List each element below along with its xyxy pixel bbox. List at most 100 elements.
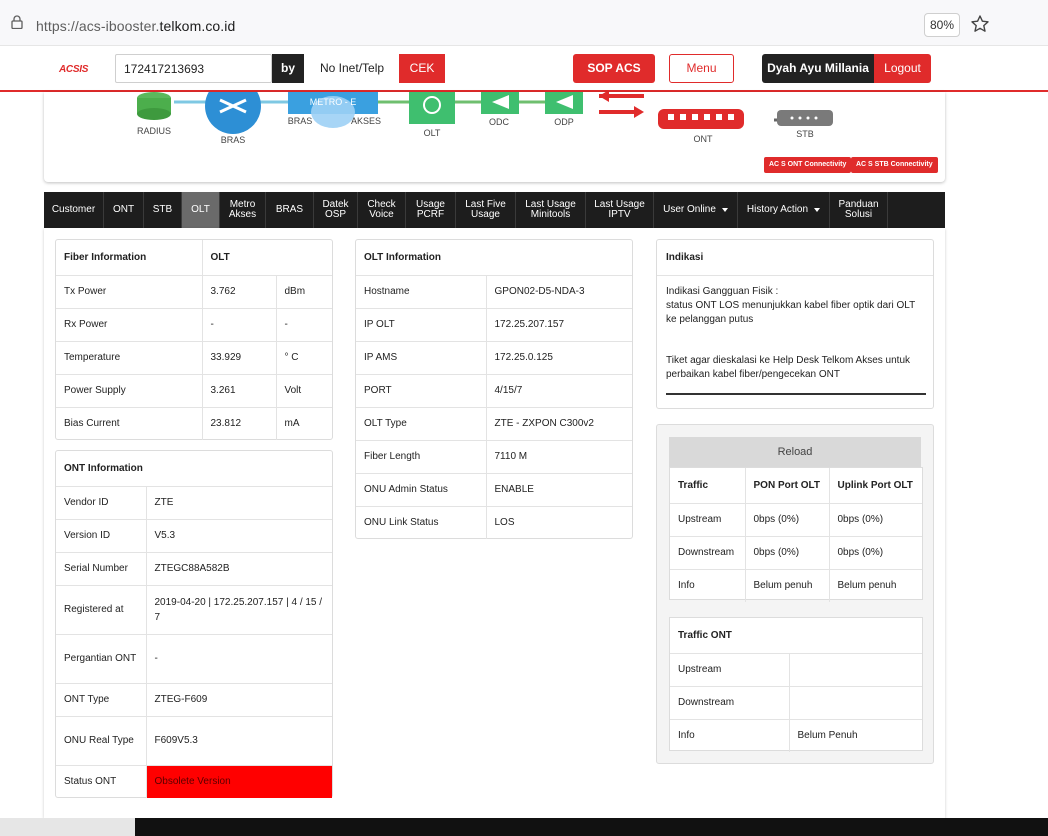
traffic-row-label: Downstream — [670, 535, 746, 569]
table-row: Upstream 0bps (0%) 0bps (0%) — [670, 502, 922, 536]
traffic-header-uplink: Uplink Port OLT — [837, 479, 913, 491]
traffic-row-uplink: 0bps (0%) — [829, 535, 922, 569]
olt-header: OLT Information — [364, 251, 442, 263]
olt-row-label: ONU Admin Status — [356, 472, 487, 506]
bras-router-icon — [205, 92, 261, 134]
traffic-olt-box: Traffic PON Port OLT Uplink Port OLT Upstr… — [669, 467, 923, 602]
table-row: ONU Admin Status ENABLE — [356, 472, 632, 506]
acs-ont-connectivity-button[interactable]: AC S ONT Connectivity — [764, 157, 852, 173]
olt-row-label: IP OLT — [356, 307, 487, 341]
olt-row-label: Hostname — [356, 274, 487, 308]
url-text[interactable]: https://acs-ibooster.telkom.co.id — [36, 18, 235, 34]
cek-button[interactable]: CEK — [399, 54, 445, 83]
browser-url-bar: https://acs-ibooster.telkom.co.id 80% — [0, 0, 1048, 46]
odp-icon — [545, 92, 583, 114]
fiber-row-unit: dBm — [276, 274, 332, 308]
table-row: ONU Link Status LOS — [356, 505, 632, 539]
olt-row-value: 172.25.0.125 — [486, 340, 632, 374]
network-topology-panel: RADIUS BRAS BRAS METRO - E AKSES OLT ODC… — [44, 92, 945, 182]
tab-panduan-solusi[interactable]: Panduan Solusi — [830, 192, 888, 228]
indikasi-divider — [657, 275, 933, 276]
ont-row-label: Pergantian ONT — [56, 633, 147, 683]
table-row: Tx Power 3.762 dBm — [56, 274, 332, 308]
fiber-row-label: Power Supply — [56, 373, 203, 407]
acs-stb-connectivity-button[interactable]: AC S STB Connectivity — [851, 157, 938, 173]
tab-stb[interactable]: STB — [144, 192, 182, 228]
bookmark-star-icon[interactable] — [970, 14, 990, 34]
traffic-ont-row-value: Belum Penuh — [789, 718, 922, 752]
sop-acs-button[interactable]: SOP ACS — [573, 54, 655, 83]
indikasi-title: Indikasi Gangguan Fisik : — [666, 286, 779, 297]
indikasi-description: status ONT LOS menunjukkan kabel fiber o… — [666, 300, 916, 325]
tab-usage-pcrf[interactable]: Usage PCRF — [406, 192, 456, 228]
table-row: Temperature 33.929 ° C — [56, 340, 332, 374]
table-row: Fiber Length 7110 M — [356, 439, 632, 473]
tab-metro-akses[interactable]: Metro Akses — [220, 192, 266, 228]
traffic-olt-table: Traffic PON Port OLT Uplink Port OLT Upstr… — [670, 468, 922, 602]
fiber-row-unit: mA — [276, 406, 332, 440]
table-row: Upstream — [670, 652, 922, 686]
os-taskbar — [0, 818, 1048, 836]
zoom-indicator[interactable]: 80% — [924, 13, 960, 37]
by-label: by — [272, 54, 304, 83]
tab-olt[interactable]: OLT — [182, 192, 220, 228]
tab-check-voice[interactable]: Check Voice — [358, 192, 406, 228]
traffic-ont-row-label: Downstream — [670, 685, 790, 719]
traffic-ont-row-label: Info — [670, 718, 790, 752]
traffic-row-pon: 0bps (0%) — [745, 535, 830, 569]
fiber-row-unit: ° C — [276, 340, 332, 374]
topology-label-akses: AKSES — [350, 116, 381, 126]
traffic-row-uplink: 0bps (0%) — [829, 502, 922, 536]
traffic-ont-row-value — [789, 685, 922, 719]
tab-bras[interactable]: BRAS — [266, 192, 314, 228]
tab-customer[interactable]: Customer — [44, 192, 104, 228]
traffic-panel: Reload Traffic PON Port OLT Uplink Port OL… — [656, 424, 934, 764]
search-type-select[interactable]: No Inet/Telp — [312, 54, 398, 100]
indikasi-panel: Indikasi Indikasi Gangguan Fisik : statu… — [656, 239, 934, 409]
traffic-ont-header: Traffic ONT — [678, 629, 732, 641]
tab-ont[interactable]: ONT — [104, 192, 144, 228]
status-badge: Obsolete Version — [146, 764, 332, 798]
tab-last-five-usage[interactable]: Last Five Usage — [456, 192, 516, 228]
chevron-down-icon — [721, 208, 728, 212]
traffic-ont-row-value — [789, 652, 922, 686]
search-type-value: No Inet/Telp — [320, 61, 385, 75]
olt-row-label: OLT Type — [356, 406, 487, 440]
traffic-header-label: Traffic — [670, 468, 746, 503]
olt-row-value: 7110 M — [486, 439, 632, 473]
lock-icon — [11, 15, 23, 29]
olt-tab-content: Fiber Information OLT Tx Power 3.762 dBm Rx… — [44, 228, 945, 818]
traffic-row-label: Info — [670, 568, 746, 602]
tab-last-usage-iptv[interactable]: Last Usage IPTV — [586, 192, 654, 228]
table-row: Serial Number ZTEGC88A582B — [56, 551, 332, 585]
topology-label-bras-2: BRAS — [287, 116, 313, 126]
traffic-ont-table: Traffic ONT Upstream Downstream Info Belu… — [670, 618, 922, 752]
tab-last-usage-minitools[interactable]: Last Usage Minitools — [516, 192, 586, 228]
table-row: ONU Real Type F609V5.3 — [56, 715, 332, 765]
fiber-row-label: Bias Current — [56, 406, 203, 440]
olt-row-label: ONU Link Status — [356, 505, 487, 539]
traffic-row-pon: Belum penuh — [745, 568, 830, 602]
ont-header: ONT Information — [64, 462, 143, 474]
tab-user-online-label: User Online — [663, 204, 716, 215]
search-input[interactable] — [115, 54, 272, 83]
tab-datek-osp[interactable]: Datek OSP — [314, 192, 358, 228]
table-row: Downstream — [670, 685, 922, 719]
fiber-row-label: Tx Power — [56, 274, 203, 308]
table-row: OLT Type ZTE - ZXPON C300v2 — [356, 406, 632, 440]
olt-row-value: 4/15/7 — [486, 373, 632, 407]
traffic-ont-row-label: Upstream — [670, 652, 790, 686]
logout-button[interactable]: Logout — [874, 54, 931, 83]
menu-button[interactable]: Menu — [669, 54, 734, 83]
ont-row-value: ZTEG-F609 — [146, 682, 332, 716]
ont-information-table: ONT Information Vendor ID ZTE Version ID V… — [56, 451, 332, 798]
reload-button[interactable]: Reload — [669, 437, 921, 467]
ont-device-icon — [658, 109, 744, 129]
olt-row-value: ENABLE — [486, 472, 632, 506]
traffic-row-label: Upstream — [670, 502, 746, 536]
ont-row-value: F609V5.3 — [146, 715, 332, 765]
traffic-ont-box: Traffic ONT Upstream Downstream Info Belu… — [669, 617, 923, 752]
tab-history-action[interactable]: History Action — [738, 192, 830, 228]
table-row: Rx Power - - — [56, 307, 332, 341]
tab-user-online[interactable]: User Online — [654, 192, 738, 228]
